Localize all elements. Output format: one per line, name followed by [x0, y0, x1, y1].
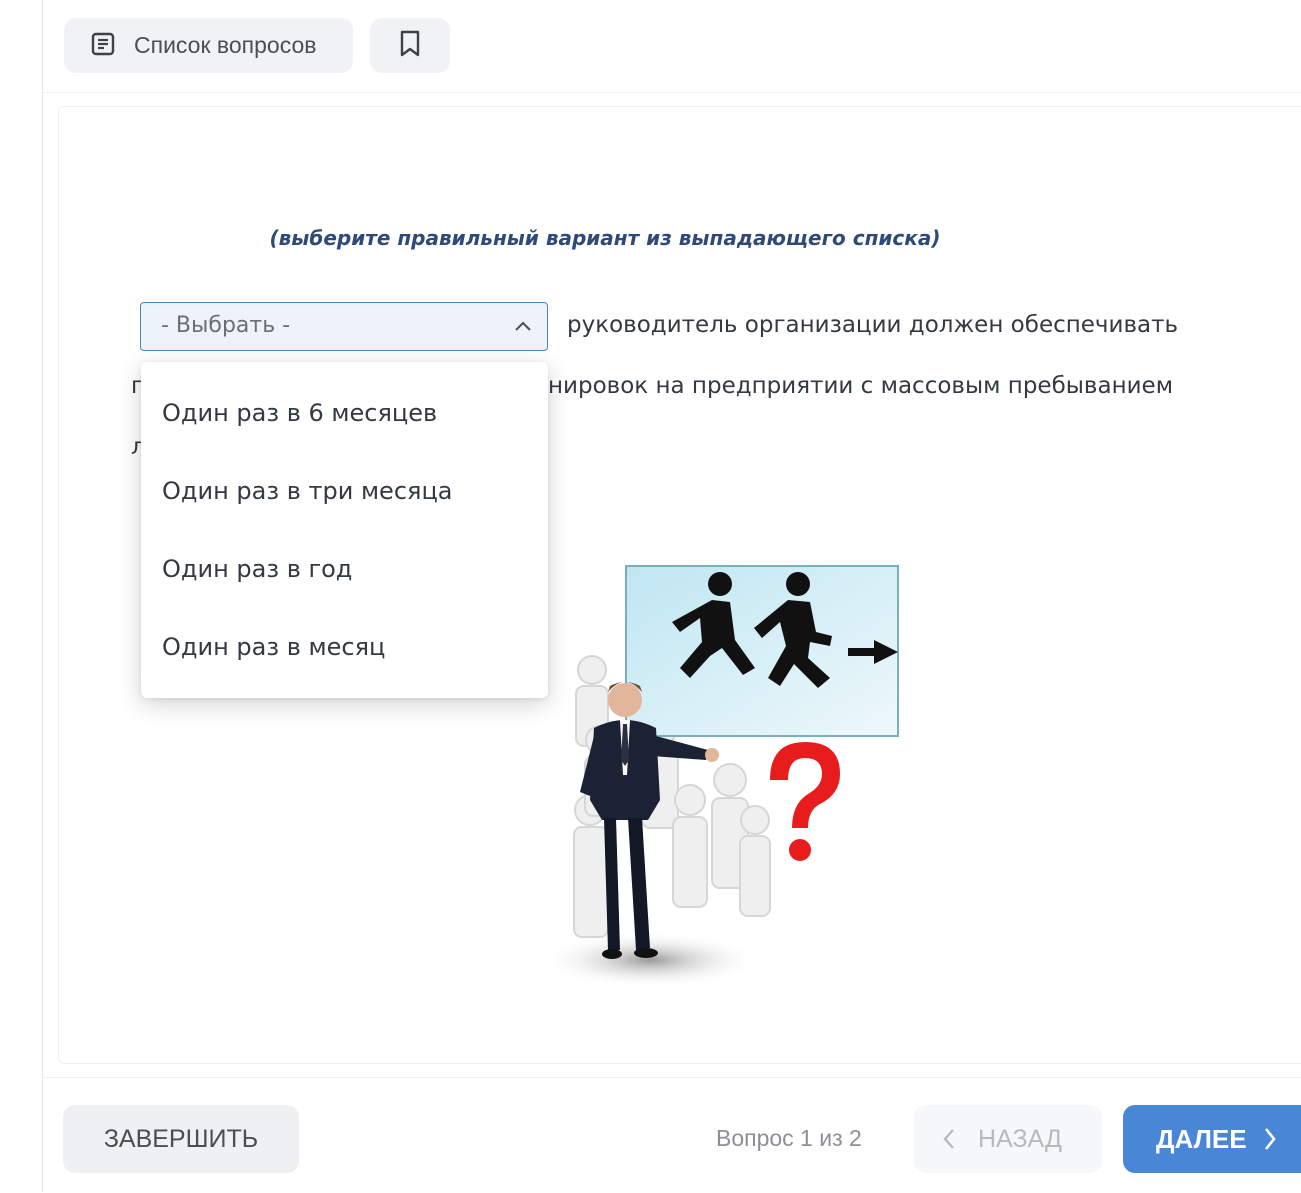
- next-button[interactable]: ДАЛЕЕ: [1123, 1105, 1301, 1173]
- chevron-up-icon: [513, 317, 533, 341]
- bookmark-button[interactable]: [370, 18, 450, 73]
- footer-bar: ЗАВЕРШИТЬ Вопрос 1 из 2 НАЗАД ДАЛЕЕ: [43, 1077, 1301, 1193]
- document-list-icon: [90, 31, 116, 61]
- dropdown-option[interactable]: Один раз в месяц: [141, 612, 548, 682]
- question-hint: (выберите правильный вариант из выпадающ…: [269, 226, 941, 250]
- question-text-line-2: нировок на предприятии с массовым пребыв…: [548, 373, 1174, 399]
- top-toolbar: Список вопросов: [43, 0, 1301, 93]
- question-text-line-1: руководитель организации должен обеспечи…: [567, 312, 1179, 338]
- evacuation-illustration: [530, 560, 910, 990]
- question-list-button[interactable]: Список вопросов: [64, 18, 353, 73]
- dropdown-option[interactable]: Один раз в год: [141, 534, 548, 604]
- dropdown-option[interactable]: Один раз в три месяца: [141, 456, 548, 526]
- chevron-left-icon: [942, 1128, 956, 1150]
- answer-dropdown: Один раз в 6 месяцев Один раз в три меся…: [141, 362, 548, 698]
- finish-button[interactable]: ЗАВЕРШИТЬ: [63, 1105, 299, 1173]
- question-counter: Вопрос 1 из 2: [716, 1125, 862, 1151]
- answer-select[interactable]: - Выбрать -: [140, 302, 548, 351]
- next-label: ДАЛЕЕ: [1156, 1123, 1247, 1154]
- question-list-label: Список вопросов: [134, 32, 317, 58]
- bookmark-icon: [399, 30, 421, 62]
- dropdown-option[interactable]: Один раз в 6 месяцев: [141, 378, 548, 448]
- left-border: [42, 0, 43, 1192]
- answer-select-value: - Выбрать -: [161, 313, 291, 338]
- chevron-right-icon: [1263, 1127, 1277, 1151]
- back-button[interactable]: НАЗАД: [914, 1105, 1102, 1173]
- back-label: НАЗАД: [978, 1124, 1062, 1153]
